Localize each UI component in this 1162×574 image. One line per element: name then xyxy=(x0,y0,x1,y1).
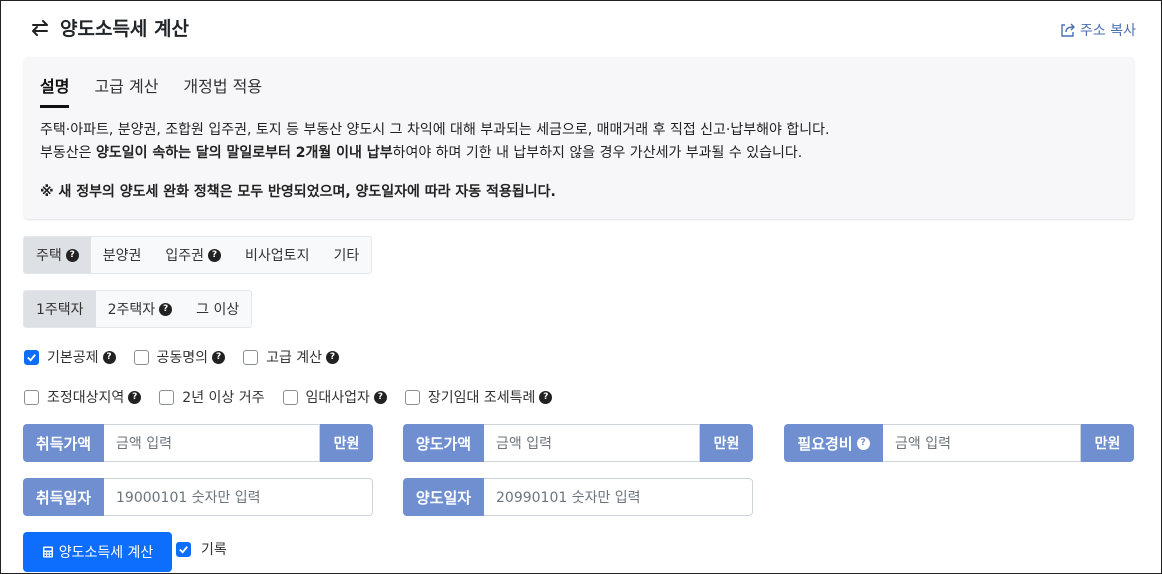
acquisition-price-input[interactable]: 금액 입력 xyxy=(104,424,320,462)
rental-business-checkbox[interactable]: 임대사업자? xyxy=(282,387,387,407)
record-label: 기록 xyxy=(201,542,227,558)
house-count-two[interactable]: 2주택자? xyxy=(96,291,185,327)
checkbox-checked[interactable] xyxy=(176,541,191,557)
description-line-1: 주택·아파트, 분양권, 조합원 입주권, 토지 등 부동산 양도시 그 차익에… xyxy=(40,122,830,138)
calculate-button[interactable]: 양도소득세 계산 xyxy=(23,532,172,572)
two-year-residence-label: 2년 이상 거주 xyxy=(182,390,265,406)
checkbox-unchecked[interactable] xyxy=(404,389,420,405)
sale-date-group: 양도일자 20990101 숫자만 입력 xyxy=(403,478,753,516)
checkbox-unchecked[interactable] xyxy=(133,349,149,365)
property-type-other[interactable]: 기타 xyxy=(321,237,371,273)
help-icon[interactable]: ? xyxy=(102,350,116,364)
page-title: 양도소득세 계산 xyxy=(60,18,189,40)
help-icon[interactable]: ? xyxy=(208,248,222,262)
property-type-other-label: 기타 xyxy=(333,248,360,264)
two-year-residence-checkbox[interactable]: 2년 이상 거주 xyxy=(159,387,265,407)
description-text: 주택·아파트, 분양권, 조합원 입주권, 토지 등 부동산 양도시 그 차익에… xyxy=(40,119,829,165)
advanced-calc-label: 고급 계산 xyxy=(266,350,323,366)
basic-deduction-label: 기본공제 xyxy=(47,350,99,366)
joint-ownership-checkbox[interactable]: 공동명의? xyxy=(133,347,226,367)
description-line-2: 부동산은 양도일이 속하는 달의 말일로부터 2개월 이내 납부하여야 하며 기… xyxy=(40,142,829,165)
help-icon[interactable]: ? xyxy=(326,350,340,364)
sale-price-group: 양도가액 금액 입력 만원 xyxy=(403,424,753,462)
house-count-one-label: 1주택자 xyxy=(36,302,84,318)
check-icon xyxy=(179,545,188,554)
record-checkbox[interactable]: 기록 xyxy=(176,539,227,559)
tab-advanced-calc[interactable]: 고급 계산 xyxy=(94,73,158,108)
policy-notice: ※ 새 정부의 양도세 완화 정책은 모두 반영되었으며, 양도일자에 따라 자… xyxy=(40,184,556,200)
help-icon[interactable]: ? xyxy=(373,390,387,404)
page-header: 양도소득세 계산 xyxy=(30,14,189,41)
property-type-occupancy-label: 입주권 xyxy=(165,248,205,264)
options-row-2: 조정대상지역? 2년 이상 거주 임대사업자? 장기임대 조세특례? xyxy=(24,387,570,407)
help-icon[interactable]: ? xyxy=(128,390,142,404)
house-count-one[interactable]: 1주택자 xyxy=(24,291,96,327)
swap-arrows-icon xyxy=(32,19,48,36)
regulated-area-label: 조정대상지역 xyxy=(47,390,125,406)
acquisition-price-unit: 만원 xyxy=(320,424,373,462)
property-type-occupancy-right[interactable]: 입주권? xyxy=(153,237,233,273)
copy-address-label: 주소 복사 xyxy=(1080,23,1136,39)
acquisition-date-group: 취득일자 19000101 숫자만 입력 xyxy=(23,478,373,516)
advanced-calc-checkbox[interactable]: 고급 계산? xyxy=(243,347,340,367)
help-icon[interactable]: ? xyxy=(212,350,226,364)
tab-revised-law[interactable]: 개정법 적용 xyxy=(183,73,262,108)
description-line-2-prefix: 부동산은 xyxy=(40,145,96,161)
property-type-presale-label: 분양권 xyxy=(102,248,142,264)
expenses-label: 필요경비? xyxy=(784,424,883,462)
options-row-1: 기본공제? 공동명의? 고급 계산? xyxy=(24,347,357,367)
acquisition-price-label: 취득가액 xyxy=(23,424,104,462)
expenses-input[interactable]: 금액 입력 xyxy=(883,424,1081,462)
help-icon[interactable]: ? xyxy=(539,390,553,404)
acquisition-date-label: 취득일자 xyxy=(23,478,104,516)
info-tabs: 설명 고급 계산 개정법 적용 xyxy=(40,73,262,108)
long-term-rental-label: 장기임대 조세특례 xyxy=(427,390,536,406)
checkbox-checked[interactable] xyxy=(24,349,39,365)
sale-price-label: 양도가액 xyxy=(403,424,484,462)
sale-price-unit: 만원 xyxy=(700,424,753,462)
description-line-2-suffix: 하여야 하며 기한 내 납부하지 않을 경우 가산세가 부과될 수 있습니다. xyxy=(392,145,803,161)
property-type-house-label: 주택 xyxy=(36,248,62,264)
checkbox-unchecked[interactable] xyxy=(159,389,175,405)
property-type-nonbusiness-land[interactable]: 비사업토지 xyxy=(233,237,321,273)
description-line-2-bold: 양도일이 속하는 달의 말일로부터 2개월 이내 납부 xyxy=(95,145,393,161)
help-icon[interactable]: ? xyxy=(856,436,870,450)
sale-price-input[interactable]: 금액 입력 xyxy=(484,424,700,462)
tab-description[interactable]: 설명 xyxy=(40,73,70,108)
house-count-two-label: 2주택자 xyxy=(107,302,156,318)
help-icon[interactable]: ? xyxy=(65,248,79,262)
share-icon xyxy=(1061,23,1075,37)
expenses-label-text: 필요경비 xyxy=(797,434,853,453)
house-count-more[interactable]: 그 이상 xyxy=(184,291,251,327)
calculate-button-label: 양도소득세 계산 xyxy=(58,545,154,561)
long-term-rental-checkbox[interactable]: 장기임대 조세특례? xyxy=(404,387,553,407)
house-count-more-label: 그 이상 xyxy=(196,302,240,318)
check-icon xyxy=(27,353,36,362)
house-count-group: 1주택자 2주택자? 그 이상 xyxy=(23,290,253,328)
expenses-group: 필요경비? 금액 입력 만원 xyxy=(784,424,1134,462)
sale-date-input[interactable]: 20990101 숫자만 입력 xyxy=(484,478,753,516)
checkbox-unchecked[interactable] xyxy=(282,389,298,405)
property-type-group: 주택? 분양권 입주권? 비사업토지 기타 xyxy=(23,236,373,274)
help-icon[interactable]: ? xyxy=(159,302,173,316)
info-panel: 설명 고급 계산 개정법 적용 주택·아파트, 분양권, 조합원 입주권, 토지… xyxy=(24,57,1134,219)
regulated-area-checkbox[interactable]: 조정대상지역? xyxy=(24,387,142,407)
acquisition-date-input[interactable]: 19000101 숫자만 입력 xyxy=(104,478,373,516)
sale-date-label: 양도일자 xyxy=(403,478,484,516)
calculator-icon xyxy=(42,546,53,558)
property-type-house[interactable]: 주택? xyxy=(24,237,91,273)
checkbox-unchecked[interactable] xyxy=(24,389,39,405)
property-type-land-label: 비사업토지 xyxy=(245,248,310,264)
rental-business-label: 임대사업자 xyxy=(305,390,370,406)
property-type-presale[interactable]: 분양권 xyxy=(91,237,154,273)
joint-ownership-label: 공동명의 xyxy=(156,350,209,366)
expenses-unit: 만원 xyxy=(1081,424,1134,462)
checkbox-unchecked[interactable] xyxy=(243,349,259,365)
basic-deduction-checkbox[interactable]: 기본공제? xyxy=(24,347,116,367)
copy-address-link[interactable]: 주소 복사 xyxy=(1059,20,1136,40)
acquisition-price-group: 취득가액 금액 입력 만원 xyxy=(23,424,373,462)
